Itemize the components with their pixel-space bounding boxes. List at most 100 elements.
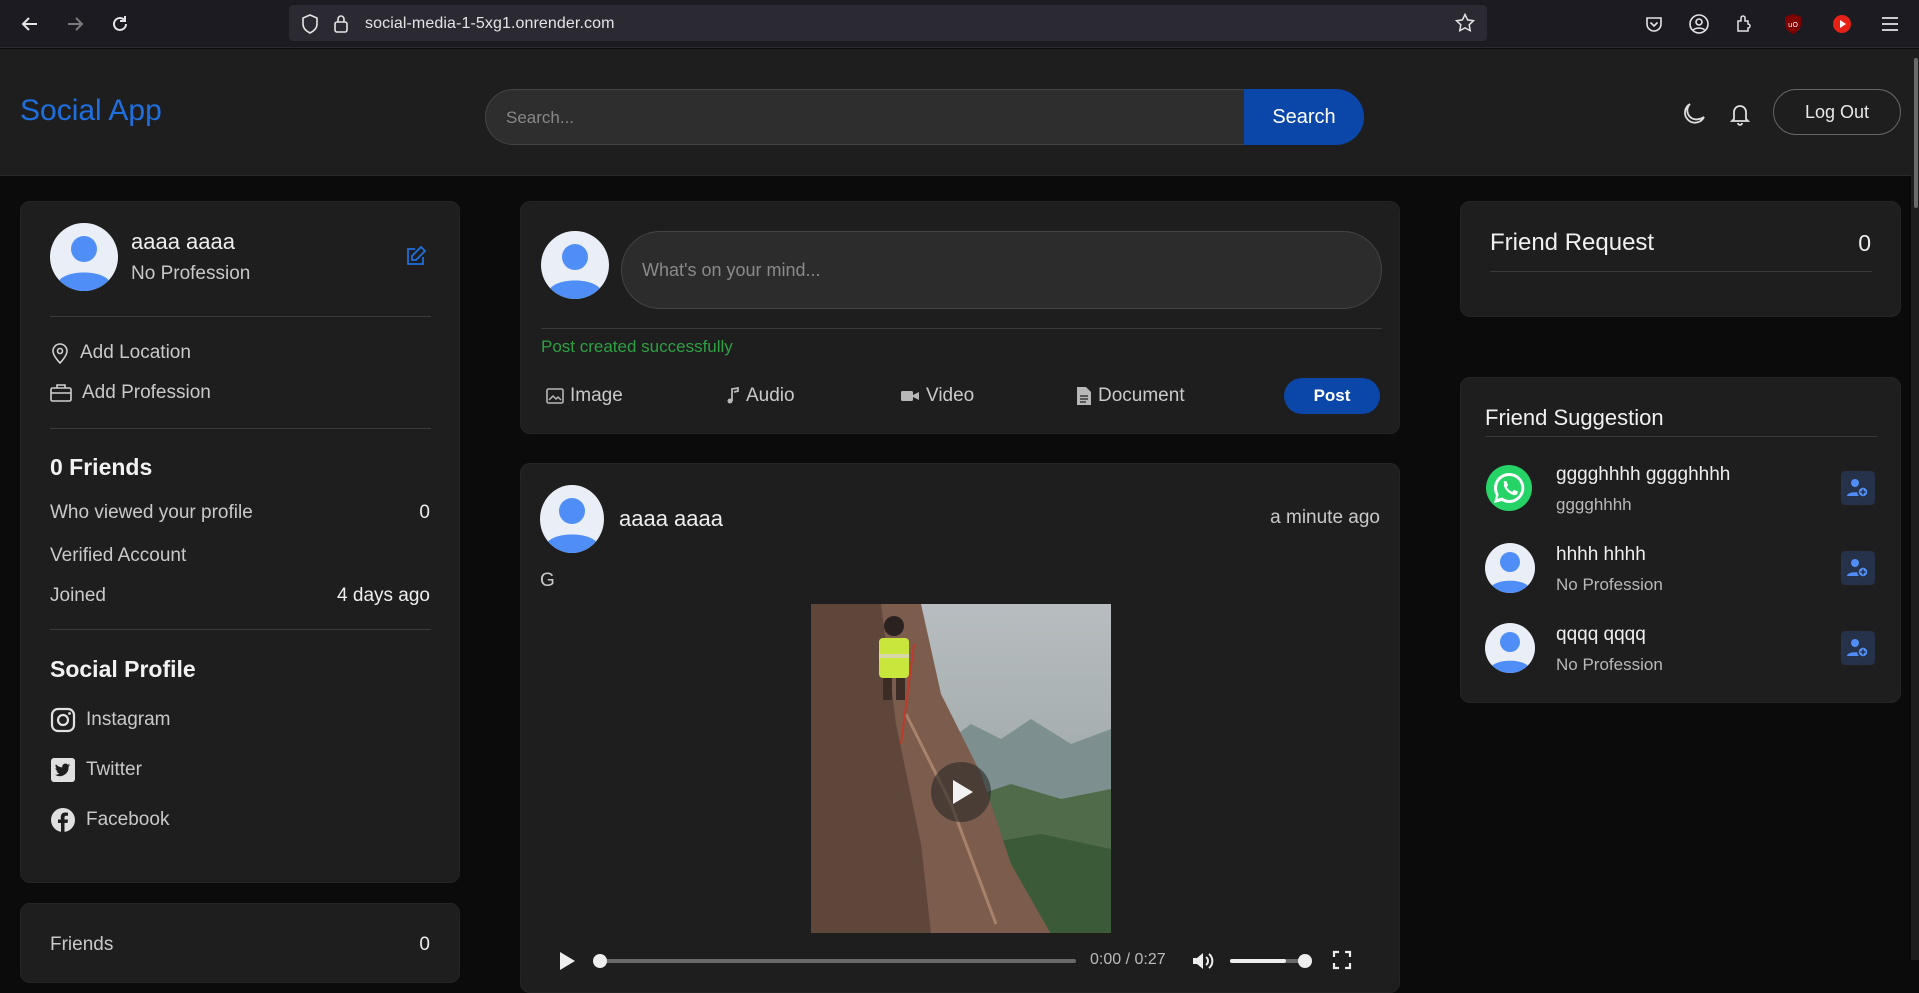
suggestion-name[interactable]: hhhh hhhh: [1556, 544, 1646, 566]
post-video[interactable]: [811, 604, 1111, 934]
friend-request-card: Friend Request 0: [1460, 201, 1901, 317]
location-pin-icon: [50, 342, 70, 364]
notification-bell-icon[interactable]: [1724, 98, 1756, 130]
facebook-link[interactable]: Facebook: [50, 807, 169, 833]
video-frame-image: [811, 604, 1111, 934]
twitter-label: Twitter: [86, 759, 142, 780]
facebook-icon: [50, 807, 76, 833]
add-user-icon: [1847, 559, 1869, 578]
extensions-icon[interactable]: [1731, 11, 1757, 37]
suggestion-profession: gggghhhh: [1556, 495, 1632, 514]
add-profession-label: Add Profession: [82, 382, 211, 403]
profile-views-label: Who viewed your profile: [50, 502, 253, 523]
address-bar[interactable]: social-media-1-5xg1.onrender.com: [289, 5, 1487, 41]
add-friend-button[interactable]: [1841, 551, 1875, 585]
url-text[interactable]: social-media-1-5xg1.onrender.com: [365, 15, 615, 33]
video-time: 0:00 / 0:27: [1090, 951, 1166, 968]
video-controls: 0:00 / 0:27: [540, 933, 1382, 983]
divider: [50, 316, 431, 317]
app-header: Social App Search... Search Log Out: [0, 49, 1919, 176]
friend-suggestion-card: Friend Suggestion gggghhhh gggghhhh gggg…: [1460, 377, 1901, 703]
suggestion-profession: No Profession: [1556, 655, 1663, 674]
image-label: Image: [570, 385, 623, 406]
search-button[interactable]: Search: [1244, 89, 1364, 145]
volume-slider-thumb[interactable]: [1298, 954, 1312, 968]
joined-value: 4 days ago: [337, 585, 430, 606]
instagram-label: Instagram: [86, 709, 171, 730]
page-scrollbar-thumb[interactable]: [1914, 58, 1918, 208]
document-label: Document: [1098, 385, 1185, 406]
friend-suggestion-title: Friend Suggestion: [1485, 405, 1664, 430]
briefcase-icon: [50, 383, 72, 403]
fullscreen-icon[interactable]: [1332, 950, 1352, 970]
friends-count-heading: 0 Friends: [50, 454, 153, 480]
pocket-icon[interactable]: [1641, 11, 1667, 37]
instagram-icon: [50, 707, 76, 733]
edit-profile-icon[interactable]: [405, 245, 427, 267]
forward-arrow-icon[interactable]: [61, 10, 89, 38]
play-icon[interactable]: [558, 951, 576, 971]
back-arrow-icon[interactable]: [16, 10, 44, 38]
dark-mode-moon-icon[interactable]: [1678, 98, 1710, 130]
add-friend-button[interactable]: [1841, 631, 1875, 665]
profile-card: aaaa aaaa No Profession Add Location Add…: [20, 201, 460, 883]
whatsapp-icon[interactable]: [1485, 464, 1533, 512]
lock-icon[interactable]: [333, 14, 349, 34]
profile-avatar[interactable]: [50, 223, 118, 291]
suggestion-avatar[interactable]: [1485, 543, 1535, 593]
menu-hamburger-icon[interactable]: [1877, 11, 1903, 37]
friend-request-title: Friend Request: [1490, 229, 1655, 256]
account-icon[interactable]: [1686, 11, 1712, 37]
divider: [1490, 271, 1872, 272]
browser-toolbar: social-media-1-5xg1.onrender.com uO: [0, 0, 1919, 48]
twitter-icon: [50, 757, 76, 783]
divider: [50, 428, 431, 429]
video-camera-icon: [900, 389, 920, 403]
facebook-label: Facebook: [86, 809, 170, 830]
add-user-icon: [1847, 639, 1869, 658]
suggestion-name[interactable]: qqqq qqqq: [1556, 624, 1646, 646]
video-progress-thumb[interactable]: [593, 954, 607, 968]
add-profession-link[interactable]: Add Profession: [50, 382, 211, 404]
profile-name[interactable]: aaaa aaaa: [131, 229, 235, 255]
profile-views-value: 0: [419, 502, 430, 523]
add-friend-button[interactable]: [1841, 471, 1875, 505]
twitter-link[interactable]: Twitter: [50, 757, 142, 783]
image-upload-button[interactable]: Image: [546, 385, 623, 407]
post-text-input[interactable]: What's on your mind...: [621, 231, 1382, 309]
suggestion-name[interactable]: gggghhhh gggghhhh: [1556, 464, 1730, 486]
verified-account-label: Verified Account: [50, 545, 187, 566]
search-input[interactable]: Search...: [485, 89, 1245, 145]
suggestion-avatar[interactable]: [1485, 623, 1535, 673]
video-upload-button[interactable]: Video: [900, 385, 974, 407]
shield-icon[interactable]: [301, 14, 319, 34]
post-button[interactable]: Post: [1284, 378, 1380, 414]
brand-logo[interactable]: Social App: [20, 94, 162, 128]
document-upload-button[interactable]: Document: [1076, 385, 1185, 407]
suggestion-profession: No Profession: [1556, 575, 1663, 594]
post-author-avatar[interactable]: [540, 485, 604, 553]
friends-value: 0: [419, 934, 430, 955]
reload-icon[interactable]: [106, 10, 134, 38]
document-icon: [1076, 386, 1092, 406]
ublock-icon[interactable]: uO: [1780, 11, 1806, 37]
instagram-link[interactable]: Instagram: [50, 707, 170, 733]
divider: [50, 629, 431, 630]
add-location-link[interactable]: Add Location: [50, 342, 191, 364]
video-label: Video: [926, 385, 975, 406]
divider: [1485, 436, 1877, 437]
youtube-extension-icon[interactable]: [1829, 11, 1855, 37]
volume-icon[interactable]: [1191, 950, 1215, 972]
composer-avatar: [541, 231, 609, 299]
audio-upload-button[interactable]: Audio: [726, 385, 795, 407]
divider: [541, 328, 1382, 329]
post-composer: What's on your mind... Post created succ…: [520, 201, 1400, 434]
svg-text:uO: uO: [1788, 21, 1798, 29]
friends-label: Friends: [50, 934, 114, 955]
logout-button[interactable]: Log Out: [1773, 89, 1901, 135]
social-profile-heading: Social Profile: [50, 656, 196, 682]
post-author-name[interactable]: aaaa aaaa: [619, 506, 723, 532]
bookmark-star-icon[interactable]: [1455, 13, 1475, 33]
friend-request-count: 0: [1858, 230, 1871, 256]
post-timestamp: a minute ago: [1270, 507, 1380, 528]
